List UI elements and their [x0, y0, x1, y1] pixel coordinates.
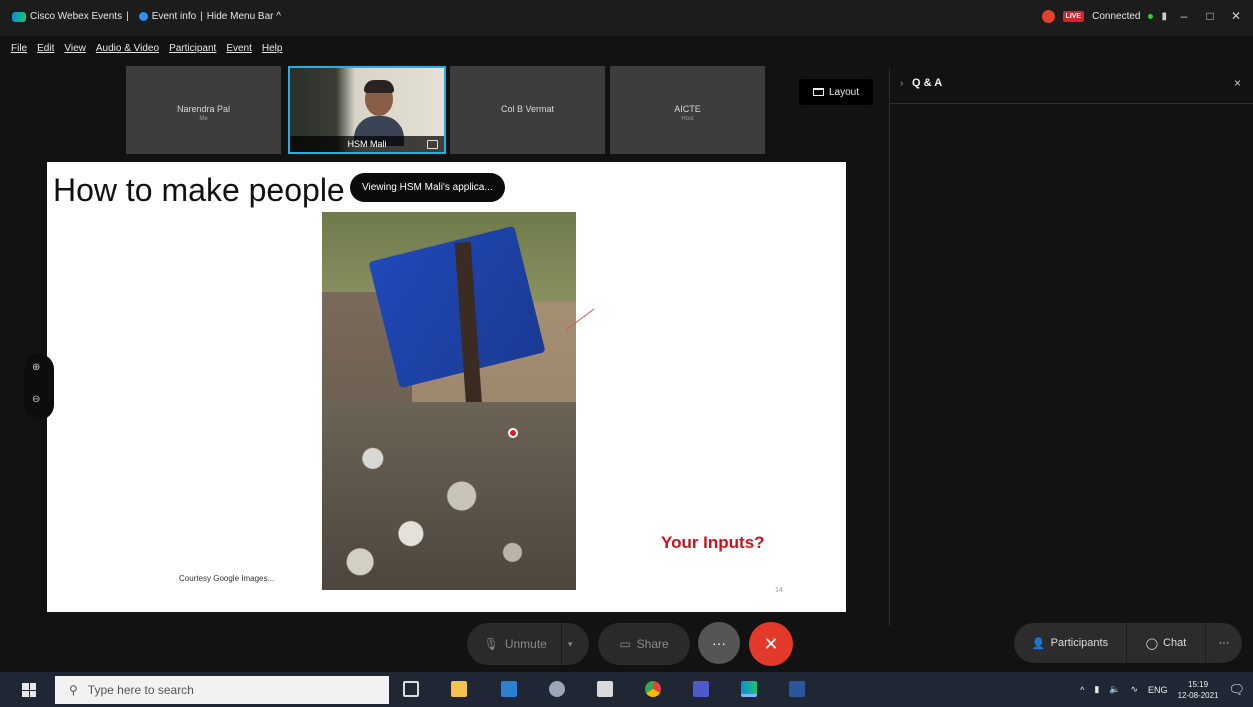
participant-name: Narendra Pal: [176, 104, 231, 114]
your-inputs-text: Your Inputs?: [661, 533, 765, 552]
chat-button[interactable]: ◯ Chat: [1127, 623, 1205, 663]
microphone-icon: 🎙: [483, 637, 499, 651]
participant-name: HSM Mali: [290, 136, 444, 152]
minimize-button[interactable]: –: [1175, 9, 1193, 23]
menu-participant[interactable]: Participant: [169, 43, 216, 54]
recording-icon: [1041, 9, 1055, 23]
qa-panel: › Q & A ×: [889, 68, 1253, 626]
windows-taskbar: ⚲ Type here to search ^ ▮ 🔈 ∿ ENG 15:19 …: [0, 672, 1253, 707]
participant-video: [354, 80, 404, 146]
title-left-group: Cisco Webex Events | Event info | Hide M…: [12, 11, 281, 22]
participants-icon: 👤: [1031, 637, 1046, 650]
share-button[interactable]: ▭ Share: [598, 623, 690, 665]
layout-button[interactable]: Layout: [799, 79, 873, 105]
webex-logo-icon: [12, 11, 26, 22]
participant-tile[interactable]: Narendra Pal Me: [126, 66, 281, 154]
app-title: Cisco Webex Events: [30, 11, 123, 22]
windows-start-icon[interactable]: [22, 683, 36, 697]
slide-pointer-line: [565, 308, 595, 331]
network-icon[interactable]: ∿: [1131, 684, 1139, 695]
paint-icon[interactable]: [549, 681, 565, 697]
courtesy-caption: Courtesy Google Images...: [179, 574, 275, 583]
participant-tile[interactable]: Col B Vermat: [450, 66, 605, 154]
unmute-label: Unmute: [504, 637, 547, 651]
close-panel-button[interactable]: ×: [1234, 76, 1241, 90]
chevron-down-icon[interactable]: ▾: [568, 639, 573, 650]
leave-meeting-button[interactable]: ✕: [749, 622, 793, 666]
title-right-group: LIVE Connected ▮ – □ ✕: [1041, 9, 1245, 23]
volume-icon[interactable]: 🔈: [1109, 684, 1120, 695]
task-view-icon[interactable]: [403, 681, 419, 697]
slide-page-number: 14: [775, 587, 783, 594]
zoom-in-icon[interactable]: ⊕: [32, 362, 40, 373]
webex-taskbar-icon[interactable]: [741, 681, 757, 697]
clock-date: 12-08-2021: [1177, 690, 1219, 700]
menu-view[interactable]: View: [64, 43, 86, 54]
menu-help[interactable]: Help: [262, 43, 283, 54]
layout-label: Layout: [828, 86, 860, 98]
chrome-icon[interactable]: [645, 681, 661, 697]
search-icon: ⚲: [69, 683, 78, 697]
system-tray: ^ ▮ 🔈 ∿ ENG 15:19 12-08-2021 🗨: [1080, 672, 1245, 707]
clock[interactable]: 15:19 12-08-2021: [1178, 679, 1219, 701]
microphone-tray-icon[interactable]: ▮: [1094, 684, 1099, 695]
slide-photo: [322, 212, 576, 590]
zoom-out-icon[interactable]: ⊖: [32, 394, 40, 405]
language-indicator[interactable]: ENG: [1148, 685, 1168, 695]
connection-status[interactable]: Connected: [1092, 11, 1140, 22]
shared-content: How to make people Courtesy Google Image…: [47, 162, 846, 612]
chevron-right-icon[interactable]: ›: [900, 78, 903, 89]
participant-name: AICTE: [674, 104, 701, 114]
participant-role: Me: [199, 116, 208, 122]
maximize-button[interactable]: □: [1201, 9, 1219, 23]
mail-icon[interactable]: [501, 681, 517, 697]
panel-more-button[interactable]: ···: [1206, 623, 1242, 663]
share-screen-icon: [427, 140, 438, 149]
calculator-icon[interactable]: [597, 681, 613, 697]
more-options-button[interactable]: ···: [698, 622, 740, 664]
file-explorer-icon[interactable]: [451, 681, 467, 697]
event-info-link[interactable]: Event info: [152, 11, 196, 22]
chevron-up-icon[interactable]: ^: [1080, 685, 1084, 695]
word-icon[interactable]: [789, 681, 805, 697]
hide-menu-bar-button[interactable]: Hide Menu Bar ^: [207, 11, 281, 22]
menu-event[interactable]: Event: [226, 43, 252, 54]
menu-bar: File Edit View Audio & Video Participant…: [0, 36, 890, 60]
menu-edit[interactable]: Edit: [37, 43, 54, 54]
unmute-button[interactable]: 🎙 Unmute ▾: [467, 623, 589, 665]
connection-dot-icon: [1148, 13, 1154, 19]
panel-buttons-group: 👤 Participants ◯ Chat ···: [1014, 623, 1242, 663]
title-bar: Cisco Webex Events | Event info | Hide M…: [0, 0, 1253, 36]
signal-icon: ▮: [1161, 10, 1167, 22]
chat-icon: ◯: [1145, 637, 1159, 650]
participant-role: Host: [681, 116, 694, 122]
notification-icon[interactable]: 🗨: [1228, 682, 1245, 698]
zoom-control: ⊕ ⊖: [24, 354, 54, 420]
menu-audio-video[interactable]: Audio & Video: [96, 43, 159, 54]
taskbar-search-input[interactable]: ⚲ Type here to search: [55, 676, 389, 704]
menu-file[interactable]: File: [11, 43, 27, 54]
close-window-button[interactable]: ✕: [1227, 9, 1245, 23]
participants-label: Participants: [1050, 637, 1109, 649]
search-placeholder: Type here to search: [87, 683, 194, 697]
participant-tile[interactable]: AICTE Host: [610, 66, 765, 154]
clock-time: 15:19: [1188, 679, 1209, 689]
layout-icon: [812, 88, 824, 96]
viewing-status-badge: Viewing HSM Mali's applica...: [350, 173, 505, 202]
share-icon: ▭: [619, 637, 631, 651]
info-icon: [138, 12, 148, 21]
participant-video-tile[interactable]: HSM Mali: [288, 66, 446, 154]
teams-icon[interactable]: [693, 681, 709, 697]
qa-panel-title: Q & A: [912, 77, 943, 89]
participant-name: Col B Vermat: [500, 104, 555, 114]
slide-title: How to make people: [53, 172, 345, 208]
participants-button[interactable]: 👤 Participants: [1014, 623, 1126, 663]
qa-panel-header: › Q & A ×: [890, 68, 1253, 104]
live-badge: LIVE: [1062, 10, 1085, 22]
share-label: Share: [636, 637, 669, 651]
chat-label: Chat: [1163, 637, 1187, 649]
